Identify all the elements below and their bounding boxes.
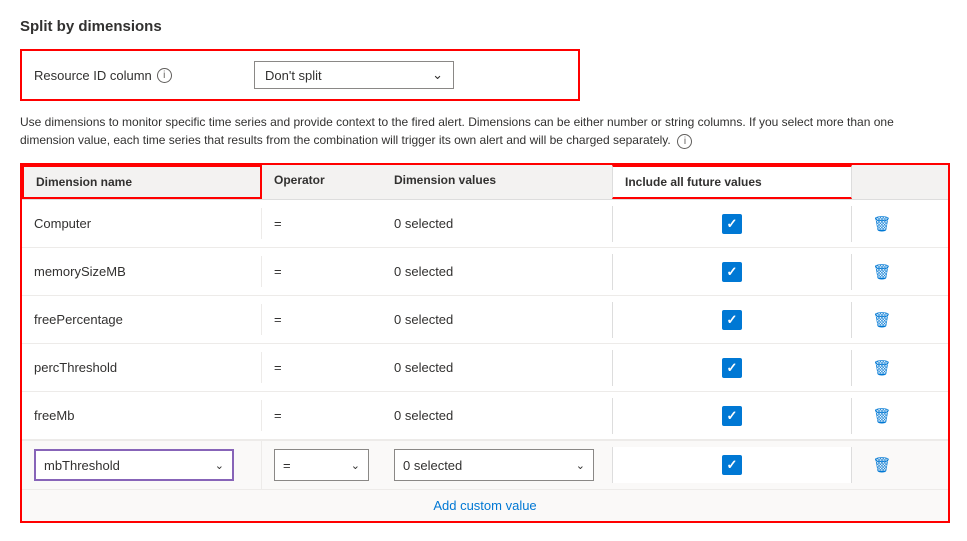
row-1-include[interactable] (612, 254, 852, 290)
last-row-values-dropdown[interactable]: 0 selected ⌄ (394, 449, 594, 481)
row-2-values[interactable]: 0 selected (382, 304, 612, 335)
page-title: Split by dimensions (20, 18, 947, 35)
table-row: freeMb = 0 selected 🗑 (22, 392, 948, 440)
table-body: Computer = 0 selected 🗑 memorySizeMB = (22, 200, 948, 521)
table-row: percThreshold = 0 selected 🗑 (22, 344, 948, 392)
row-0-operator: = (262, 208, 382, 239)
resource-id-info-icon[interactable]: i (157, 68, 172, 83)
last-row-operator-col: = ⌄ (262, 441, 382, 489)
dimensions-table: Dimension name Operator Dimension values… (20, 163, 950, 523)
add-custom-row: Add custom value (22, 489, 948, 521)
resource-id-dropdown-value: Don't split (265, 68, 322, 83)
row-4-name: freeMb (22, 400, 262, 431)
last-row-checkbox[interactable] (722, 455, 742, 475)
header-dimension-values: Dimension values (382, 165, 612, 199)
last-row-name-dropdown[interactable]: mbThreshold ⌄ (34, 449, 234, 481)
row-1-name: memorySizeMB (22, 256, 262, 287)
row-2-delete-icon[interactable]: 🗑 (864, 311, 900, 329)
description-text: Use dimensions to monitor specific time … (20, 113, 940, 149)
table-row: Computer = 0 selected 🗑 (22, 200, 948, 248)
header-actions (852, 165, 912, 199)
row-0-checkbox[interactable] (722, 214, 742, 234)
row-2-delete[interactable]: 🗑 (852, 303, 912, 337)
row-2-name: freePercentage (22, 304, 262, 335)
row-2-checkbox[interactable] (722, 310, 742, 330)
last-row-name-col: mbThreshold ⌄ (22, 441, 262, 489)
last-editable-row: mbThreshold ⌄ = ⌄ 0 selected ⌄ � (22, 440, 948, 489)
row-1-delete-icon[interactable]: 🗑 (864, 263, 900, 281)
row-3-delete-icon[interactable]: 🗑 (864, 359, 900, 377)
table-row: memorySizeMB = 0 selected 🗑 (22, 248, 948, 296)
add-custom-link[interactable]: Add custom value (433, 498, 536, 513)
row-3-include[interactable] (612, 350, 852, 386)
last-row-delete[interactable]: 🗑 (852, 448, 912, 482)
header-dimension-name: Dimension name (22, 165, 262, 199)
row-4-values[interactable]: 0 selected (382, 400, 612, 431)
row-0-delete-icon[interactable]: 🗑 (864, 215, 900, 233)
header-operator: Operator (262, 165, 382, 199)
row-0-values[interactable]: 0 selected (382, 208, 612, 239)
last-row-operator-dropdown[interactable]: = ⌄ (274, 449, 369, 481)
row-1-checkbox[interactable] (722, 262, 742, 282)
description-info-icon[interactable]: i (677, 134, 692, 149)
resource-id-text: Resource ID column (34, 68, 152, 83)
row-4-include[interactable] (612, 398, 852, 434)
row-3-operator: = (262, 352, 382, 383)
row-3-checkbox[interactable] (722, 358, 742, 378)
row-0-include[interactable] (612, 206, 852, 242)
last-row-name-chevron-icon: ⌄ (215, 459, 224, 472)
header-include-future: Include all future values (612, 165, 852, 199)
row-3-values[interactable]: 0 selected (382, 352, 612, 383)
row-2-operator: = (262, 304, 382, 335)
row-4-operator: = (262, 400, 382, 431)
last-row-delete-icon[interactable]: 🗑 (864, 456, 900, 474)
row-4-checkbox[interactable] (722, 406, 742, 426)
row-1-delete[interactable]: 🗑 (852, 255, 912, 289)
row-3-name: percThreshold (22, 352, 262, 383)
row-2-include[interactable] (612, 302, 852, 338)
row-1-values[interactable]: 0 selected (382, 256, 612, 287)
row-4-delete[interactable]: 🗑 (852, 399, 912, 433)
resource-id-chevron-icon: ⌄ (432, 67, 443, 83)
resource-id-label: Resource ID column i (34, 68, 254, 83)
resource-id-dropdown[interactable]: Don't split ⌄ (254, 61, 454, 89)
row-4-delete-icon[interactable]: 🗑 (864, 407, 900, 425)
row-0-name: Computer (22, 208, 262, 239)
row-0-delete[interactable]: 🗑 (852, 207, 912, 241)
last-row-operator-chevron-icon: ⌄ (351, 459, 360, 472)
table-row: freePercentage = 0 selected 🗑 (22, 296, 948, 344)
last-row-values-col: 0 selected ⌄ (382, 441, 612, 489)
row-1-operator: = (262, 256, 382, 287)
table-header: Dimension name Operator Dimension values… (22, 165, 948, 200)
row-3-delete[interactable]: 🗑 (852, 351, 912, 385)
last-row-values-chevron-icon: ⌄ (576, 459, 585, 472)
last-row-include[interactable] (612, 447, 852, 483)
resource-id-row: Resource ID column i Don't split ⌄ (20, 49, 580, 101)
